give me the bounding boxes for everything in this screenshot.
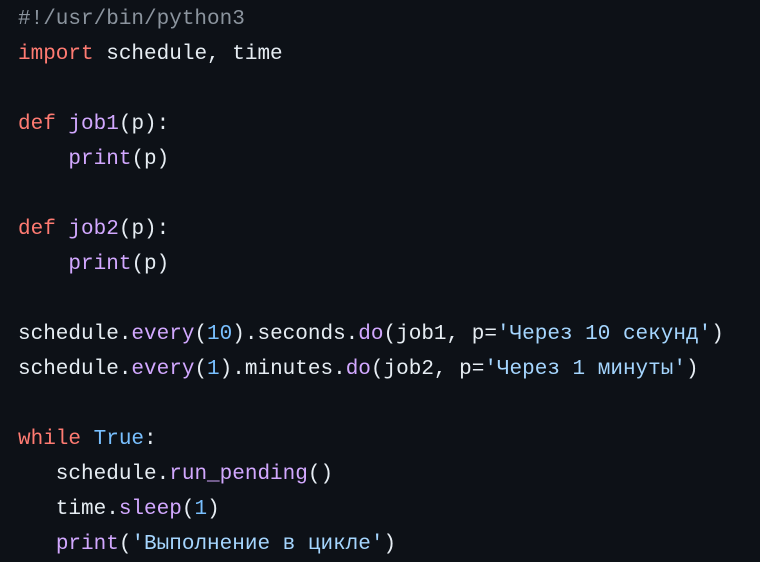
code-token: ) <box>383 533 397 556</box>
code-token: 'Через 10 секунд' <box>496 323 712 346</box>
code-editor[interactable]: #!/usr/bin/python3 import schedule, time … <box>0 0 760 562</box>
code-token: ).minutes. <box>219 358 346 381</box>
code-token: #!/usr/bin/python3 <box>18 8 245 31</box>
code-token: def <box>18 218 56 241</box>
code-token: ( <box>194 358 208 381</box>
code-token: () <box>307 463 334 486</box>
code-line: def job2(p): <box>18 212 760 247</box>
code-token: def <box>18 113 56 136</box>
code-token: 1 <box>207 358 220 381</box>
code-token: every <box>131 358 195 381</box>
code-token: job1 <box>68 113 119 136</box>
code-token: run_pending <box>169 463 308 486</box>
code-token: time. <box>18 498 119 521</box>
code-line: schedule.every(10).seconds.do(job1, p='Ч… <box>18 317 760 352</box>
code-token: ( <box>118 533 132 556</box>
code-token: print <box>68 148 132 171</box>
code-token: sleep <box>118 498 182 521</box>
code-token: print <box>55 533 119 556</box>
code-line: print('Выполнение в цикле') <box>18 527 760 562</box>
code-token: True <box>93 428 145 451</box>
code-token: schedule. <box>18 463 170 486</box>
code-token: 1 <box>194 498 208 521</box>
code-line: time.sleep(1) <box>18 492 760 527</box>
code-token: schedule. <box>18 358 132 381</box>
code-token: while <box>18 428 82 451</box>
code-token: (p) <box>131 253 170 276</box>
code-token: ( <box>194 323 208 346</box>
code-token: schedule, time <box>93 43 283 66</box>
code-token: do <box>358 323 384 346</box>
code-token: (p): <box>118 218 170 241</box>
code-token: schedule. <box>18 323 132 346</box>
code-token: job2 <box>68 218 119 241</box>
code-token: import <box>18 43 94 66</box>
code-token: 10 <box>207 323 233 346</box>
code-token: 'Через 1 минуты' <box>484 358 686 381</box>
code-line: #!/usr/bin/python3 <box>18 2 760 37</box>
code-token: (job1, p= <box>383 323 497 346</box>
code-token: ) <box>685 358 699 381</box>
code-token: ) <box>207 498 220 521</box>
code-token: print <box>68 253 132 276</box>
code-line: schedule.run_pending() <box>18 457 760 492</box>
code-token: ) <box>711 323 724 346</box>
code-token: (job2, p= <box>370 358 485 381</box>
code-token: every <box>131 323 195 346</box>
code-line: print(p) <box>18 142 760 177</box>
code-line: print(p) <box>18 247 760 282</box>
code-line: schedule.every(1).minutes.do(job2, p='Че… <box>18 352 760 387</box>
code-token: 'Выполнение в цикле' <box>131 533 384 556</box>
code-line: while True: <box>18 422 760 457</box>
code-token: ).seconds. <box>232 323 359 346</box>
code-token: (p) <box>131 148 170 171</box>
code-token: : <box>144 428 157 451</box>
code-token: ( <box>181 498 195 521</box>
code-line: def job1(p): <box>18 107 760 142</box>
code-token: (p): <box>118 113 170 136</box>
code-token: do <box>345 358 371 381</box>
code-line: import schedule, time <box>18 37 760 72</box>
